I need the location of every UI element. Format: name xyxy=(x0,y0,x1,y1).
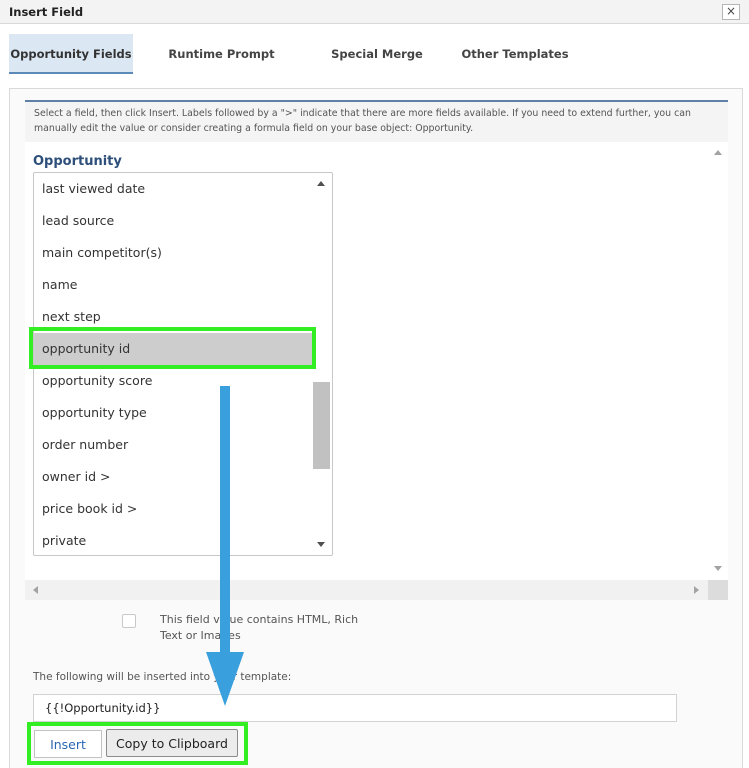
dialog-title: Insert Field xyxy=(9,5,84,19)
panel-scroll-up-icon[interactable] xyxy=(714,150,722,155)
list-item-opportunity-score[interactable]: opportunity score xyxy=(34,365,314,397)
list-item-last-viewed-date[interactable]: last viewed date xyxy=(34,173,314,205)
list-item-order-number[interactable]: order number xyxy=(34,429,314,461)
scroll-left-icon[interactable] xyxy=(33,586,38,594)
list-item-opportunity-type[interactable]: opportunity type xyxy=(34,397,314,429)
html-content-checkbox[interactable] xyxy=(122,614,136,628)
merge-field-input[interactable] xyxy=(33,694,677,722)
scroll-right-icon[interactable] xyxy=(694,586,699,594)
field-listbox[interactable]: last viewed date lead source main compet… xyxy=(33,172,333,556)
list-item-private[interactable]: private xyxy=(34,525,314,555)
section-label: Opportunity xyxy=(33,154,122,169)
result-label: The following will be inserted into your… xyxy=(33,671,292,683)
panel-horizontal-scrollbar[interactable] xyxy=(25,580,708,600)
dialog-titlebar: Insert Field × xyxy=(0,0,749,24)
close-icon[interactable]: × xyxy=(722,4,740,20)
scroll-up-icon[interactable] xyxy=(317,181,325,186)
list-item-opportunity-id[interactable]: opportunity id xyxy=(34,333,314,365)
list-item-lead-source[interactable]: lead source xyxy=(34,205,314,237)
tab-special-merge-fields[interactable]: Special Merge Fields xyxy=(312,34,442,101)
tab-opportunity-fields[interactable]: Opportunity Fields xyxy=(9,34,133,74)
panel-scroll-down-icon[interactable] xyxy=(714,566,722,571)
list-item-price-book-id[interactable]: price book id > xyxy=(34,493,314,525)
tab-other-templates[interactable]: Other Templates xyxy=(460,34,570,74)
info-text: Select a field, then click Insert. Label… xyxy=(25,102,728,142)
scroll-down-icon[interactable] xyxy=(317,542,325,547)
scrollbar-corner xyxy=(708,580,728,600)
list-item-name[interactable]: name xyxy=(34,269,314,301)
list-item-owner-id[interactable]: owner id > xyxy=(34,461,314,493)
listbox-scroll-thumb[interactable] xyxy=(313,382,330,469)
tab-runtime-prompt-fields[interactable]: Runtime Prompt Fields xyxy=(150,34,293,101)
list-item-main-competitors[interactable]: main competitor(s) xyxy=(34,237,314,269)
copy-to-clipboard-button[interactable]: Copy to Clipboard xyxy=(106,729,238,757)
panel-vertical-scrollbar[interactable] xyxy=(708,142,728,580)
list-item-next-step[interactable]: next step xyxy=(34,301,314,333)
html-content-label: This field value contains HTML, Rich Tex… xyxy=(160,613,359,642)
tab-bar: Opportunity Fields Runtime Prompt Fields… xyxy=(0,24,749,101)
insert-button[interactable]: Insert xyxy=(34,730,102,758)
listbox-scrollbar[interactable] xyxy=(312,172,332,556)
